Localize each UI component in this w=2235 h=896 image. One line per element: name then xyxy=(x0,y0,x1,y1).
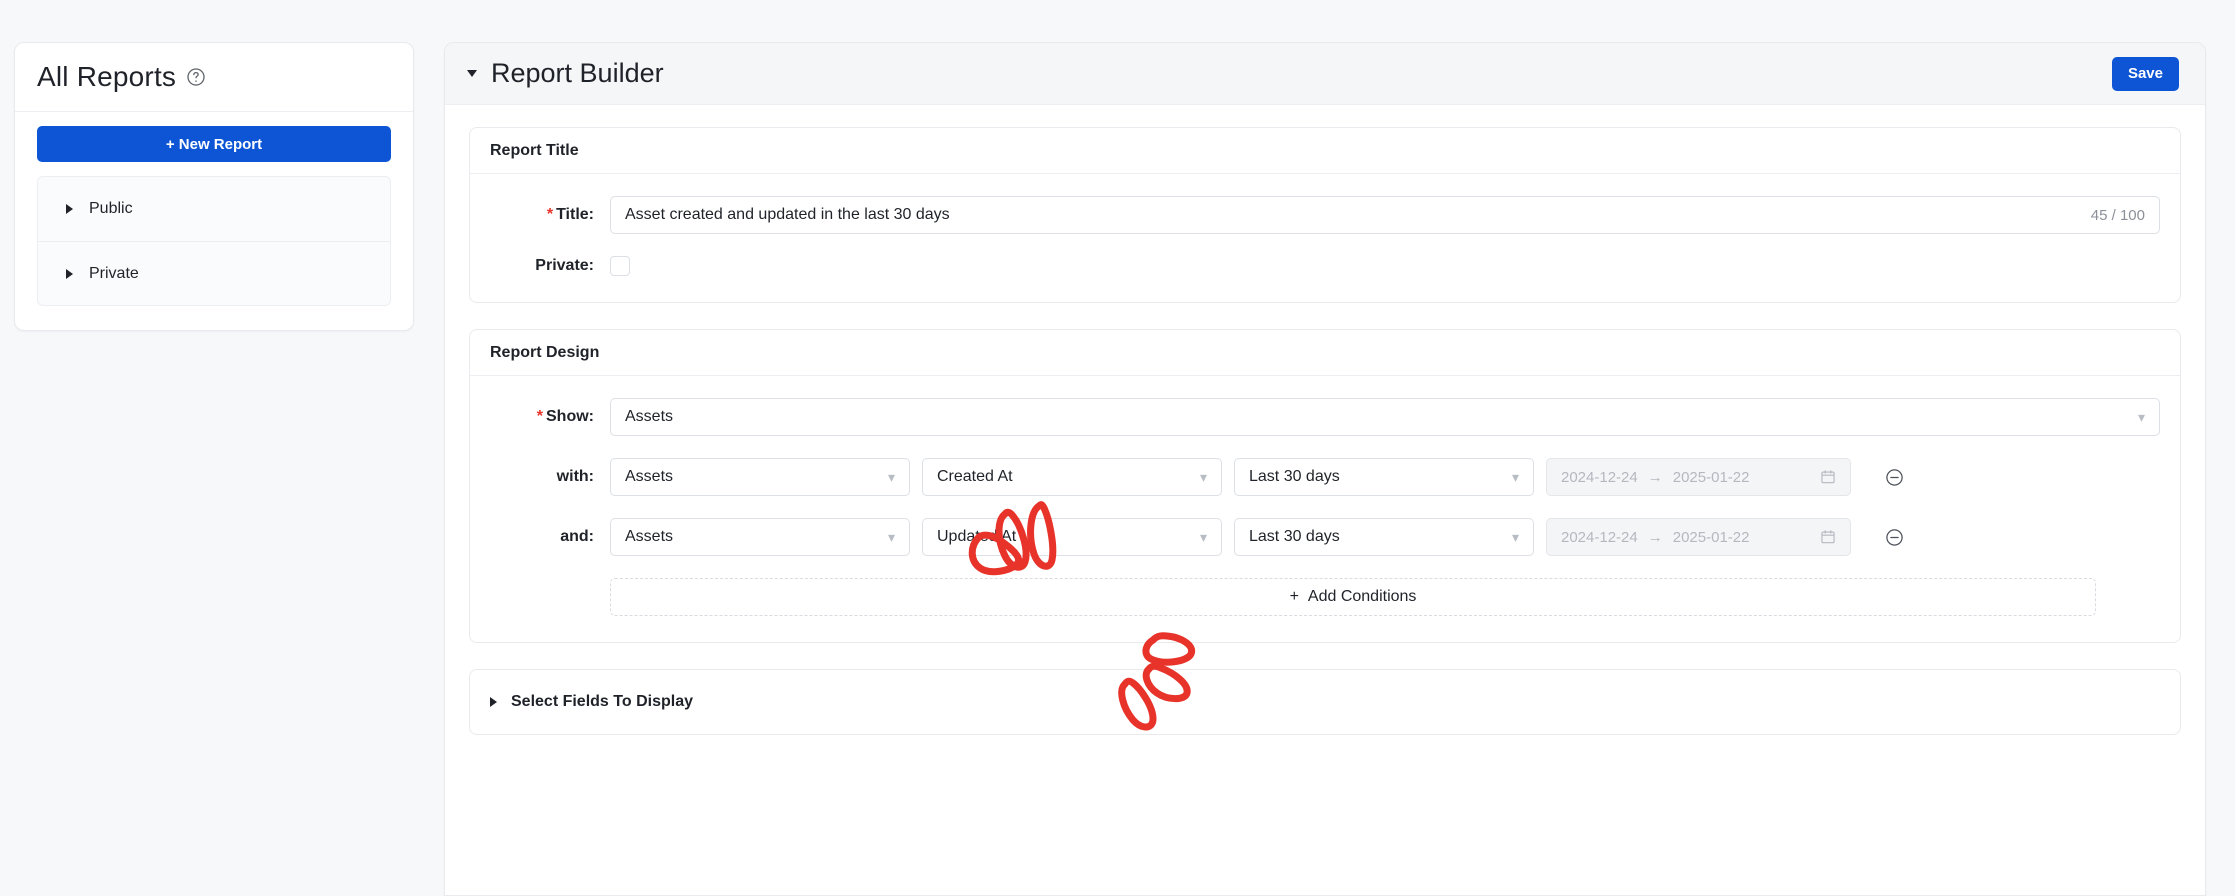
chevron-down-icon: ▾ xyxy=(2137,409,2145,425)
condition-row: and: Assets ▾ Updated At ▾ Last 30 days … xyxy=(490,518,2160,556)
chevron-down-icon: ▾ xyxy=(887,469,895,485)
title-row: * Title: Asset created and updated in the… xyxy=(490,196,2160,234)
date-range-end: 2025-01-22 xyxy=(1672,528,1750,546)
new-report-button[interactable]: + New Report xyxy=(37,126,391,162)
report-builder-header: Report Builder Save xyxy=(445,43,2205,105)
caret-right-icon xyxy=(490,697,497,707)
add-conditions-label: Add Conditions xyxy=(1307,588,1417,605)
condition-fields: Assets ▾ Updated At ▾ Last 30 days ▾ 202… xyxy=(610,518,1904,556)
caret-right-icon xyxy=(66,268,73,279)
condition-attribute-value: Updated At xyxy=(937,528,1017,545)
title-label: * Title: xyxy=(546,206,594,223)
title-label-text: Title xyxy=(556,206,589,223)
sidebar-item-public[interactable]: Public xyxy=(38,177,390,241)
condition-operator-select[interactable]: Last 30 days ▾ xyxy=(1234,518,1534,556)
question-circle-icon[interactable] xyxy=(186,67,206,87)
report-design-card-body: * Show: Assets ▾ with: Assets ▾ Created … xyxy=(470,376,2180,642)
show-select-value: Assets xyxy=(625,408,674,425)
report-builder-panel: Report Builder Save Report Title * Title:… xyxy=(444,42,2206,896)
condition-operator-value: Last 30 days xyxy=(1249,528,1340,545)
sidebar-item-private[interactable]: Private xyxy=(38,241,390,305)
date-range-arrow-icon: → xyxy=(1647,528,1663,546)
date-range-start: 2024-12-24 xyxy=(1561,528,1638,546)
show-label-text: Show xyxy=(546,408,589,425)
report-design-card: Report Design * Show: Assets ▾ with: Ass… xyxy=(469,329,2181,643)
select-fields-card[interactable]: Select Fields To Display xyxy=(469,669,2181,735)
caret-down-icon[interactable] xyxy=(467,70,477,77)
caret-right-icon xyxy=(66,204,73,214)
calendar-icon xyxy=(1820,529,1836,545)
date-range-end: 2025-01-22 xyxy=(1672,468,1750,486)
date-range-arrow-icon: → xyxy=(1647,468,1663,486)
chevron-down-icon: ▾ xyxy=(887,529,895,545)
app-root: All Reports + New Report Public Private xyxy=(0,0,2235,896)
report-title-card-body: * Title: Asset created and updated in the… xyxy=(470,174,2180,302)
report-builder-body: Report Title * Title: Asset created and u… xyxy=(445,105,2205,735)
condition-row: with: Assets ▾ Created At ▾ Last 30 days… xyxy=(490,458,2160,496)
condition-connector-text: with xyxy=(556,468,589,485)
chevron-down-icon: ▾ xyxy=(1511,529,1519,545)
title-input[interactable]: Asset created and updated in the last 30… xyxy=(610,196,2160,234)
required-asterisk: * xyxy=(536,408,543,425)
save-button[interactable]: Save xyxy=(2111,56,2179,91)
chevron-down-icon: ▾ xyxy=(1511,469,1519,485)
private-label: Private: xyxy=(535,257,594,274)
condition-operator-value: Last 30 days xyxy=(1249,468,1340,485)
condition-connector-label: with: xyxy=(556,468,594,485)
plus-icon: + xyxy=(1289,588,1299,605)
calendar-icon xyxy=(1820,469,1836,485)
title-char-counter: 45 / 100 xyxy=(2090,206,2145,224)
remove-condition-button[interactable] xyxy=(1885,528,1904,547)
all-reports-panel: All Reports + New Report Public Private xyxy=(14,42,414,331)
reports-tree: Public Private xyxy=(37,176,391,306)
remove-condition-button[interactable] xyxy=(1885,468,1904,487)
report-title-card: Report Title * Title: Asset created and u… xyxy=(469,127,2181,303)
all-reports-body: + New Report Public Private xyxy=(15,112,413,330)
add-conditions-button[interactable]: + Add Conditions xyxy=(610,578,2096,616)
sidebar-item-label: Public xyxy=(89,200,133,217)
page-title: All Reports xyxy=(37,61,177,92)
private-row: Private: xyxy=(490,256,2160,276)
condition-date-range[interactable]: 2024-12-24 → 2025-01-22 xyxy=(1546,458,1851,496)
condition-attribute-select[interactable]: Updated At ▾ xyxy=(922,518,1222,556)
condition-entity-value: Assets xyxy=(625,468,674,485)
condition-fields: Assets ▾ Created At ▾ Last 30 days ▾ 202… xyxy=(610,458,1904,496)
private-label-text: Private xyxy=(535,257,589,274)
report-builder-title: Report Builder xyxy=(491,58,664,88)
condition-date-range[interactable]: 2024-12-24 → 2025-01-22 xyxy=(1546,518,1851,556)
title-input-value: Asset created and updated in the last 30… xyxy=(625,206,950,223)
show-label: * Show: xyxy=(536,408,594,425)
sidebar-item-label: Private xyxy=(89,264,139,282)
chevron-down-icon: ▾ xyxy=(1199,529,1207,545)
condition-attribute-select[interactable]: Created At ▾ xyxy=(922,458,1222,496)
show-row: * Show: Assets ▾ xyxy=(490,398,2160,436)
required-asterisk: * xyxy=(546,206,554,223)
chevron-down-icon: ▾ xyxy=(1199,469,1207,485)
date-range-start: 2024-12-24 xyxy=(1561,468,1638,486)
condition-entity-select[interactable]: Assets ▾ xyxy=(610,518,910,556)
condition-attribute-value: Created At xyxy=(937,468,1013,485)
report-title-card-heading: Report Title xyxy=(470,128,2180,174)
condition-entity-value: Assets xyxy=(625,528,674,545)
select-fields-label: Select Fields To Display xyxy=(511,693,693,710)
condition-entity-select[interactable]: Assets ▾ xyxy=(610,458,910,496)
condition-connector-text: and xyxy=(560,528,589,545)
condition-connector-label: and: xyxy=(560,528,594,545)
report-design-card-heading: Report Design xyxy=(470,330,2180,376)
all-reports-header: All Reports xyxy=(15,43,413,112)
show-select[interactable]: Assets ▾ xyxy=(610,398,2160,436)
condition-operator-select[interactable]: Last 30 days ▾ xyxy=(1234,458,1534,496)
private-checkbox[interactable] xyxy=(610,256,630,276)
